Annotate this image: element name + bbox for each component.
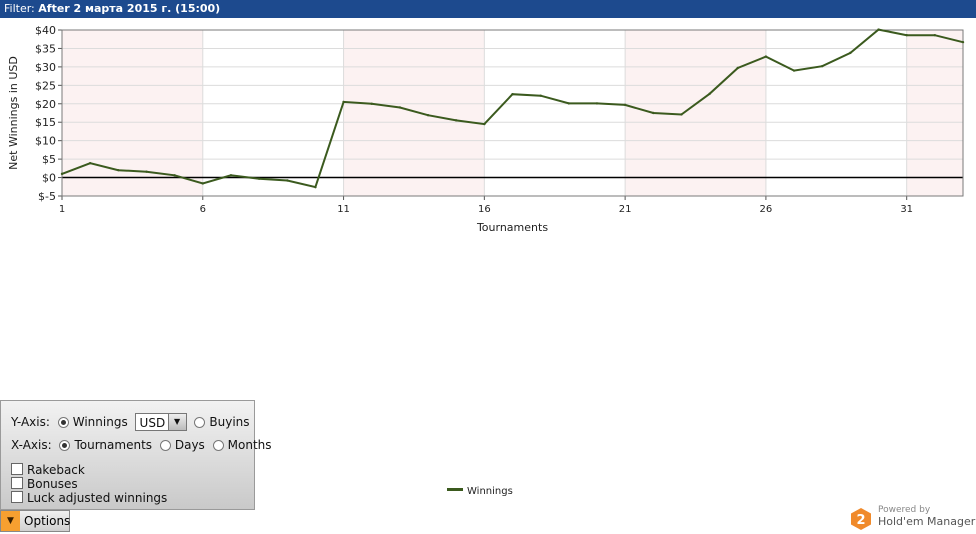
data-point <box>961 40 965 44</box>
x-tick-label: 21 <box>619 204 632 215</box>
data-point <box>454 119 458 122</box>
data-point <box>314 185 317 189</box>
logo-badge-number: 2 <box>856 513 865 528</box>
brand-logo: 2 Powered by Hold'em Manager <box>849 505 976 533</box>
chevron-down-icon[interactable]: ▼ <box>167 414 186 430</box>
x-tick-label: 31 <box>900 204 913 215</box>
filter-prefix: Filter: <box>4 2 39 15</box>
data-point <box>905 33 908 37</box>
buyins-radio[interactable] <box>194 417 206 428</box>
data-point <box>398 106 402 109</box>
months-radio[interactable] <box>212 440 224 451</box>
data-point <box>145 170 148 173</box>
y-tick-label: $15 <box>35 116 56 129</box>
bonuses-label[interactable]: Bonuses <box>27 477 78 491</box>
y-tick-label: $25 <box>35 79 56 92</box>
data-point <box>342 100 345 104</box>
data-point <box>792 69 796 72</box>
x-tick-label: 26 <box>760 204 773 215</box>
data-point <box>736 66 739 70</box>
luck-adjusted-checkbox[interactable] <box>11 491 23 503</box>
data-point <box>539 94 542 97</box>
data-point <box>117 168 120 172</box>
luck-adjusted-label[interactable]: Luck adjusted winnings <box>27 491 167 505</box>
data-point <box>511 92 514 96</box>
x-tick-label: 6 <box>200 204 206 215</box>
data-point <box>426 114 430 117</box>
data-point <box>286 179 289 182</box>
days-radio-label[interactable]: Days <box>175 438 205 452</box>
filter-bar: Filter: After 2 марта 2015 г. (15:00) <box>0 0 976 18</box>
data-point <box>764 55 768 58</box>
data-point <box>595 102 599 105</box>
legend-swatch-winnings <box>447 488 463 491</box>
y-axis-row: Y-Axis: Winnings USD ▼ Buyins <box>11 413 250 431</box>
options-panel: Y-Axis: Winnings USD ▼ Buyins X-Axis: Tou… <box>0 400 272 510</box>
data-point <box>483 122 486 126</box>
bonuses-checkbox[interactable] <box>11 477 23 489</box>
data-point <box>370 102 373 105</box>
buyins-radio-label[interactable]: Buyins <box>209 415 249 429</box>
filter-value: After 2 марта 2015 г. (15:00) <box>38 2 221 15</box>
currency-select-value: USD <box>139 416 166 430</box>
y-axis-label: Net Winnings in USD <box>7 56 20 170</box>
legend-label-winnings: Winnings <box>467 486 513 497</box>
x-tick-label: 11 <box>337 204 350 215</box>
y-tick-label: $40 <box>35 24 56 37</box>
data-point <box>849 51 852 55</box>
y-tick-label: $20 <box>35 98 56 111</box>
data-point <box>88 161 92 165</box>
currency-select[interactable]: USD ▼ <box>134 413 187 431</box>
x-axis-row: X-Axis: Tournaments Days Months <box>11 437 272 453</box>
y-tick-label: $10 <box>35 135 56 148</box>
data-point <box>708 92 711 96</box>
data-point <box>821 64 824 68</box>
x-axis-label-text: X-Axis: <box>11 438 52 452</box>
x-tick-label: 1 <box>59 204 65 215</box>
powered-by-text: Powered by <box>878 505 931 515</box>
data-point <box>623 103 627 107</box>
options-button-label[interactable]: Options <box>24 514 70 528</box>
brand-name: Hold'em Manager <box>878 515 976 528</box>
data-point <box>60 172 64 176</box>
data-point <box>877 28 880 31</box>
luck-row[interactable]: Luck adjusted winnings <box>11 490 167 506</box>
y-tick-label: $5 <box>42 153 56 166</box>
tournaments-radio[interactable] <box>59 440 71 451</box>
winnings-chart: $-5$0$5$10$15$20$25$30$35$40 1 6 11 16 21 26 3… <box>7 24 965 234</box>
y-tick-label: $35 <box>35 42 56 55</box>
tournaments-radio-label[interactable]: Tournaments <box>74 438 152 452</box>
plot-band <box>625 30 766 196</box>
data-point <box>680 113 683 116</box>
holdem-manager-logo-icon: 2 <box>851 508 871 530</box>
data-point <box>173 174 176 177</box>
chevron-down-icon[interactable]: ▼ <box>1 511 20 531</box>
x-axis-ticks: 1 6 11 16 21 26 31 <box>59 196 913 215</box>
data-point <box>567 102 571 105</box>
data-point <box>652 111 655 115</box>
data-point <box>257 177 261 180</box>
months-radio-label[interactable]: Months <box>228 438 272 452</box>
y-tick-label: $0 <box>42 172 56 185</box>
data-point <box>933 33 937 37</box>
options-button[interactable]: ▼ Options <box>0 510 70 532</box>
chart-bands <box>62 30 963 196</box>
legend: Winnings <box>447 486 513 497</box>
winnings-radio[interactable] <box>57 417 69 428</box>
rakeback-label[interactable]: Rakeback <box>27 463 85 477</box>
y-tick-label: $-5 <box>38 190 56 203</box>
data-point <box>229 174 233 177</box>
x-tick-label: 16 <box>478 204 491 215</box>
days-radio[interactable] <box>159 440 171 451</box>
winnings-radio-label[interactable]: Winnings <box>73 415 128 429</box>
x-axis-label: Tournaments <box>476 221 548 234</box>
plot-band <box>906 30 963 196</box>
rakeback-checkbox[interactable] <box>11 463 23 475</box>
data-point <box>201 182 204 185</box>
y-axis-label-text: Y-Axis: <box>11 415 50 429</box>
y-axis-ticks: $-5 $0 $5 $10 $15 $20 $25 $30 $35 $40 <box>35 24 62 203</box>
y-tick-label: $30 <box>35 61 56 74</box>
plot-band <box>343 30 485 196</box>
